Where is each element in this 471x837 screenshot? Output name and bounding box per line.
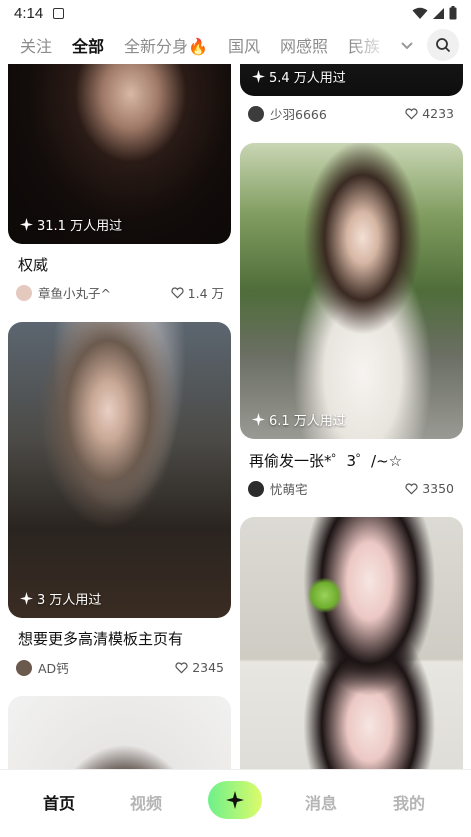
card-image[interactable]: 5.4 万人用过	[240, 64, 463, 96]
author-name[interactable]: 章鱼小丸子^	[38, 283, 111, 302]
search-button[interactable]	[427, 29, 459, 61]
category-tabs-bar: 关注 全部 全新分身🔥 国风 网感照 民族	[0, 26, 471, 64]
usage-count: 6.1 万人用过	[269, 414, 346, 429]
heart-icon	[175, 661, 188, 673]
nav-mine[interactable]: 我的	[393, 790, 425, 814]
signal-icon	[433, 7, 444, 19]
like-count: 4233	[422, 106, 454, 121]
usage-count: 31.1 万人用过	[37, 219, 123, 234]
tab-guofeng[interactable]: 国风	[228, 33, 260, 57]
like-count: 1.4 万	[187, 286, 224, 301]
card-meta: 章鱼小丸子^ 1.4 万	[16, 283, 224, 302]
sparkle-icon	[252, 413, 265, 426]
sparkle-icon	[20, 592, 33, 605]
card-meta: AD钙 2345	[16, 658, 224, 677]
usage-badge: 6.1 万人用过	[252, 410, 346, 429]
create-button[interactable]	[208, 781, 262, 819]
battery-icon	[449, 6, 457, 20]
like-count: 3350	[422, 481, 454, 496]
bottom-nav: 首页 视频 消息 我的	[0, 769, 471, 837]
chevron-down-icon[interactable]	[398, 36, 416, 54]
tab-internet-photo[interactable]: 网感照	[280, 33, 328, 57]
card-image[interactable]: 3 万人用过	[8, 322, 231, 618]
usage-badge: 5.4 万人用过	[252, 67, 346, 86]
like-button[interactable]: 3350	[405, 481, 454, 496]
usage-count: 5.4 万人用过	[269, 71, 346, 86]
card-meta: 少羽6666 4233	[248, 104, 454, 123]
nav-messages[interactable]: 消息	[305, 790, 337, 814]
wifi-icon	[412, 7, 428, 19]
card-image[interactable]: 6.1 万人用过	[240, 143, 463, 439]
avatar[interactable]	[248, 105, 264, 122]
heart-icon	[171, 286, 184, 298]
nav-video[interactable]: 视频	[130, 790, 162, 814]
sparkle-icon	[20, 218, 33, 231]
card-title: 再偷发一张*゜3゜/~☆	[249, 452, 403, 470]
card-title: 想要更多高清模板主页有	[18, 630, 184, 648]
card-image[interactable]	[240, 517, 463, 769]
avatar[interactable]	[16, 284, 32, 301]
search-icon	[436, 38, 451, 53]
sparkle-icon	[226, 791, 244, 809]
like-button[interactable]: 4233	[405, 106, 454, 121]
tabs-fade	[350, 26, 390, 64]
usage-badge: 31.1 万人用过	[20, 215, 122, 234]
avatar[interactable]	[248, 480, 264, 497]
card-image[interactable]	[8, 696, 231, 769]
card-image[interactable]: 31.1 万人用过	[8, 64, 231, 244]
nav-home[interactable]: 首页	[43, 790, 75, 814]
tab-following[interactable]: 关注	[20, 33, 52, 57]
card-title: 权威	[18, 256, 49, 274]
card-meta: 忧萌宅 3350	[248, 479, 454, 498]
status-icons	[412, 6, 457, 20]
like-button[interactable]: 2345	[175, 660, 224, 675]
tab-new-avatar[interactable]: 全新分身🔥	[124, 33, 208, 57]
author-name[interactable]: 少羽6666	[270, 104, 327, 123]
feed: 31.1 万人用过 权威 章鱼小丸子^ 1.4 万 3 万人用过 想要更多高清模…	[0, 64, 471, 769]
status-bar: 4:14	[0, 0, 471, 26]
like-count: 2345	[192, 660, 224, 675]
like-button[interactable]: 1.4 万	[171, 283, 224, 302]
category-tabs: 关注 全部 全新分身🔥 国风 网感照 民族	[0, 33, 388, 57]
tab-all[interactable]: 全部	[70, 33, 107, 57]
author-name[interactable]: 忧萌宅	[270, 479, 308, 498]
sparkle-icon	[252, 70, 265, 83]
avatar[interactable]	[16, 659, 32, 676]
heart-icon	[405, 107, 418, 119]
notification-icon	[53, 7, 65, 19]
status-time: 4:14	[14, 4, 44, 22]
author-name[interactable]: AD钙	[38, 658, 69, 677]
heart-icon	[405, 482, 418, 494]
usage-count: 3 万人用过	[37, 593, 102, 608]
usage-badge: 3 万人用过	[20, 589, 101, 608]
